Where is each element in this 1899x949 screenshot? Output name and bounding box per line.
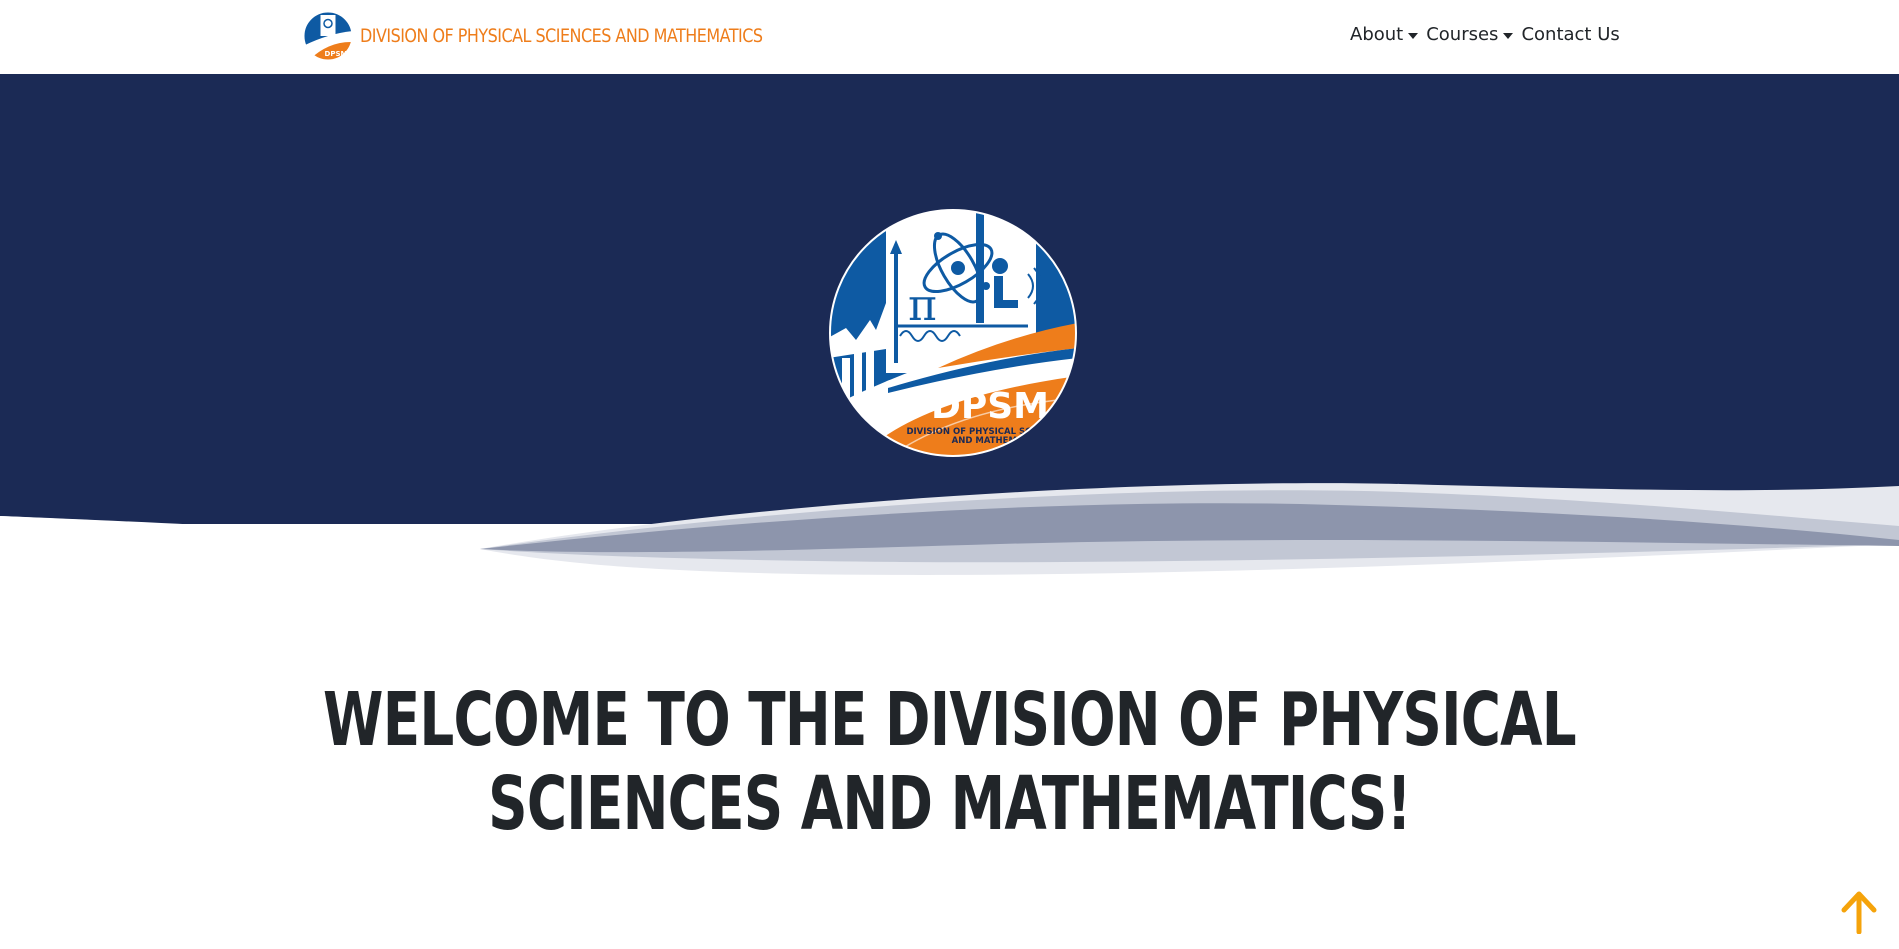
caret-down-icon bbox=[1503, 32, 1514, 39]
nav-item-label: Courses bbox=[1426, 24, 1499, 45]
nav-item-contact-us[interactable]: Contact Us bbox=[1521, 24, 1619, 45]
nav-item-label: About bbox=[1350, 24, 1404, 45]
arrow-up-icon bbox=[1841, 891, 1877, 935]
brand-title: DIVISION OF PHYSICAL SCIENCES AND MATHEM… bbox=[360, 25, 763, 47]
hero-banner: π DPSM DIVISION OF PHYSICAL SCIENCES AND… bbox=[0, 74, 1899, 584]
welcome-heading: WELCOME TO THE DIVISION OF PHYSICAL SCIE… bbox=[0, 678, 1899, 846]
nav-item-label: Contact Us bbox=[1521, 24, 1620, 45]
logo-dpsm-text: DPSM bbox=[931, 386, 1049, 427]
top-navbar: DPSM DIVISION OF PHYSICAL SCIENCES AND M… bbox=[0, 0, 1899, 74]
nav-item-about[interactable]: About bbox=[1350, 24, 1419, 45]
welcome-heading-line1: WELCOME TO THE DIVISION OF PHYSICAL bbox=[323, 677, 1577, 763]
nav-item-courses[interactable]: Courses bbox=[1426, 24, 1514, 45]
brand-link[interactable]: DPSM DIVISION OF PHYSICAL SCIENCES AND M… bbox=[303, 11, 839, 61]
caret-down-icon bbox=[1408, 32, 1419, 39]
main-nav: About Courses Contact Us bbox=[1350, 24, 1628, 45]
back-to-top-button[interactable] bbox=[1840, 890, 1878, 935]
dpsm-logo-icon: DPSM bbox=[303, 11, 353, 61]
dpsm-logo: π DPSM DIVISION OF PHYSICAL SCIENCES AND… bbox=[829, 209, 1077, 457]
svg-text:π: π bbox=[908, 280, 937, 331]
logo-subtitle-line2: AND MATHEMATICS bbox=[952, 436, 1045, 446]
welcome-heading-line2: SCIENCES AND MATHEMATICS! bbox=[488, 761, 1411, 847]
